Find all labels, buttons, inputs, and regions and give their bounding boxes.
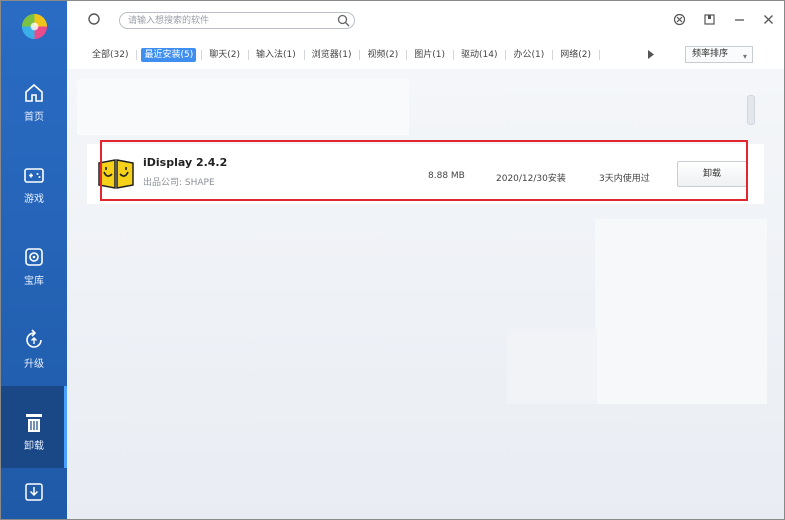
background-panel [507,329,597,404]
home-icon [25,83,43,102]
category-tabs: 全部(32) 最近安装(5) 聊天(2) 输入法(1) 浏览器(1) 视频(2) 图片(1)… [89,48,604,62]
chevron-right-icon[interactable] [648,50,654,59]
tab-browser[interactable]: 浏览器(1) [309,48,361,62]
scrollbar[interactable] [747,95,755,125]
app-name: iDisplay 2.4.2 [143,156,228,169]
tab-chat[interactable]: 聊天(2) [206,48,249,62]
treasure-icon [25,248,43,266]
sidebar: 首页 游戏 宝库 升级 卸载 [1,1,67,519]
app-window: 首页 游戏 宝库 升级 卸载 请输入想搜索的软件 全部(32) 最近安装(5) … [0,0,785,520]
close-icon[interactable] [762,13,775,26]
sidebar-item-treasure[interactable]: 宝库 [1,236,67,318]
download-icon [25,483,43,501]
category-tabs-bar: 全部(32) 最近安装(5) 聊天(2) 输入法(1) 浏览器(1) 视频(2) 图片(1)… [67,41,784,69]
sidebar-item-uninstall[interactable]: 卸载 [1,386,67,468]
refresh-icon[interactable] [87,12,101,26]
sidebar-item-label: 游戏 [24,194,44,205]
tab-driver[interactable]: 驱动(14) [458,48,508,62]
tab-network[interactable]: 网络(2) [557,48,600,62]
chevron-down-icon: ▾ [742,52,747,61]
search-box [119,12,355,29]
skin-icon[interactable] [703,13,716,26]
tab-image[interactable]: 图片(1) [411,48,454,62]
app-size: 8.88 MB [428,171,465,181]
uninstall-button[interactable]: 卸载 [677,161,747,187]
background-panel [77,79,409,135]
app-logo-icon [21,13,48,40]
search-input[interactable] [128,14,328,27]
minimize-icon[interactable] [733,13,746,26]
tab-input-method[interactable]: 输入法(1) [253,48,305,62]
sidebar-item-label: 首页 [24,112,44,123]
idisplay-icon [98,159,134,189]
app-usage: 3天内使用过 [599,174,650,184]
tab-office[interactable]: 办公(1) [510,48,553,62]
trash-icon [26,414,42,432]
app-row: iDisplay 2.4.2 出品公司: SHAPE 8.88 MB 2020/… [87,144,764,204]
settings-icon[interactable] [673,13,686,26]
gamepad-icon [24,168,44,183]
sidebar-item-label: 升级 [24,359,44,370]
app-list-area: iDisplay 2.4.2 出品公司: SHAPE 8.88 MB 2020/… [67,69,784,519]
sidebar-download[interactable] [1,469,67,519]
sidebar-item-label: 卸载 [24,441,44,452]
app-install-date: 2020/12/30安装 [496,174,566,184]
sort-label: 频率排序 [692,49,729,59]
sidebar-item-games[interactable]: 游戏 [1,153,67,235]
sidebar-item-label: 宝库 [24,276,44,287]
tab-all[interactable]: 全部(32) [89,48,139,62]
upgrade-icon [26,329,42,348]
top-bar [67,1,784,41]
app-publisher: 出品公司: SHAPE [143,178,215,188]
tab-recent[interactable]: 最近安装(5) [141,48,202,62]
tab-video[interactable]: 视频(2) [364,48,407,62]
sort-dropdown[interactable]: 频率排序 ▾ [685,46,753,63]
sidebar-item-home[interactable]: 首页 [1,71,67,153]
search-icon[interactable] [337,14,350,27]
background-panel [595,219,767,404]
